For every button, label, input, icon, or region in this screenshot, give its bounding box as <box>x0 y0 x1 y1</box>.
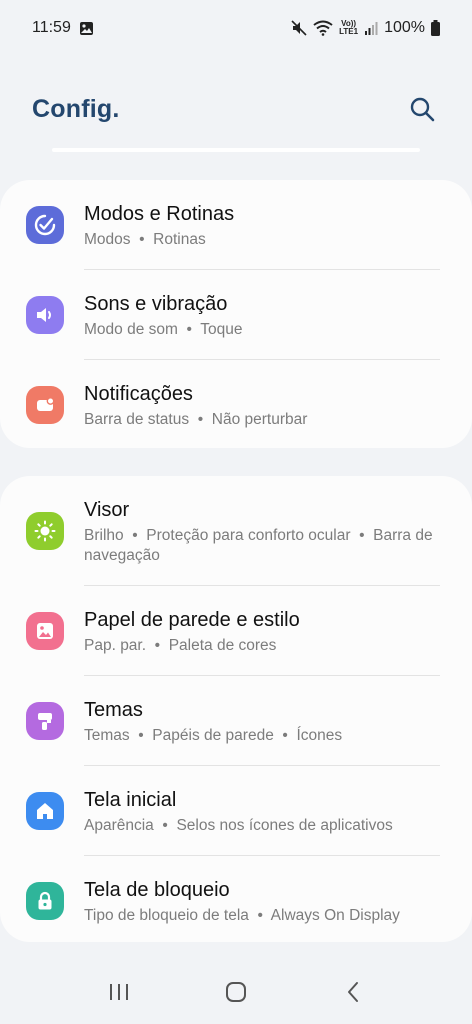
item-title: Visor <box>84 499 130 521</box>
status-time: 11:59 <box>32 19 71 36</box>
themes-brush-icon <box>26 702 64 740</box>
item-title: Tela inicial <box>84 789 177 811</box>
scroll-top-divider <box>52 148 420 152</box>
mute-icon <box>291 20 307 36</box>
back-button[interactable] <box>323 970 383 1014</box>
item-subtitle: Modos • Rotinas <box>84 231 206 248</box>
item-subtitle: Brilho • Proteção para conforto ocular •… <box>84 527 437 564</box>
gallery-icon <box>79 21 94 36</box>
item-title: Tela de bloqueio <box>84 879 230 901</box>
item-subtitle: Aparência • Selos nos ícones de aplicati… <box>84 817 393 834</box>
lock-icon <box>26 882 64 920</box>
settings-item-sons-vibracao[interactable]: Sons e vibração Modo de som • Toque <box>0 270 472 360</box>
search-icon <box>410 97 435 122</box>
item-title: Sons e vibração <box>84 293 228 315</box>
settings-item-tela-inicial[interactable]: Tela inicial Aparência • Selos nos ícone… <box>0 766 472 856</box>
settings-item-tela-bloqueio[interactable]: Tela de bloqueio Tipo de bloqueio de tel… <box>0 856 472 942</box>
settings-item-papel-parede[interactable]: Papel de parede e estilo Pap. par. • Pal… <box>0 586 472 676</box>
brightness-icon <box>26 512 64 550</box>
wifi-icon <box>313 20 333 36</box>
notification-icon <box>26 386 64 424</box>
item-subtitle: Barra de status • Não perturbar <box>84 411 308 428</box>
page-title: Config. <box>32 94 120 123</box>
item-title: Temas <box>84 699 143 721</box>
recents-icon <box>109 984 128 1000</box>
item-title: Notificações <box>84 383 193 405</box>
navigation-bar <box>0 960 472 1024</box>
settings-item-notificacoes[interactable]: Notificações Barra de status • Não pertu… <box>0 360 472 448</box>
recents-button[interactable] <box>89 970 149 1014</box>
home-icon <box>26 792 64 830</box>
volte-label-bottom: LTE1 <box>339 27 359 36</box>
volume-icon <box>26 296 64 334</box>
item-title: Modos e Rotinas <box>84 203 235 225</box>
settings-item-visor[interactable]: Visor Brilho • Proteção para conforto oc… <box>0 476 472 586</box>
item-subtitle: Tipo de bloqueio de tela • Always On Dis… <box>84 907 400 924</box>
item-subtitle: Pap. par. • Paleta de cores <box>84 637 277 654</box>
settings-item-temas[interactable]: Temas Temas • Papéis de parede • Ícones <box>0 676 472 766</box>
item-subtitle: Modo de som • Toque <box>84 321 243 338</box>
status-bar-left: 11:59 <box>32 19 94 37</box>
back-icon <box>348 982 359 1002</box>
item-subtitle: Temas • Papéis de parede • Ícones <box>84 727 343 744</box>
home-nav-icon <box>225 982 246 1002</box>
settings-card-2: Visor Brilho • Proteção para conforto oc… <box>0 476 472 942</box>
battery-icon <box>431 20 440 36</box>
app-bar: Config. <box>0 84 472 134</box>
status-bar-right: Vo)) LTE1 100% <box>291 19 440 37</box>
home-nav-button[interactable] <box>206 970 266 1014</box>
search-button[interactable] <box>404 91 440 127</box>
battery-percent: 100% <box>384 19 425 36</box>
status-bar: 11:59 Vo)) LTE1 100% <box>0 0 472 56</box>
wallpaper-icon <box>26 612 64 650</box>
item-title: Papel de parede e estilo <box>84 609 300 631</box>
settings-item-modos-rotinas[interactable]: Modos e Rotinas Modos • Rotinas <box>0 180 472 270</box>
settings-card-1: Modos e Rotinas Modos • Rotinas Sons e v… <box>0 180 472 448</box>
signal-icon <box>364 21 378 35</box>
modes-routines-icon <box>26 206 64 244</box>
volte-indicator: Vo)) LTE1 <box>339 20 358 36</box>
